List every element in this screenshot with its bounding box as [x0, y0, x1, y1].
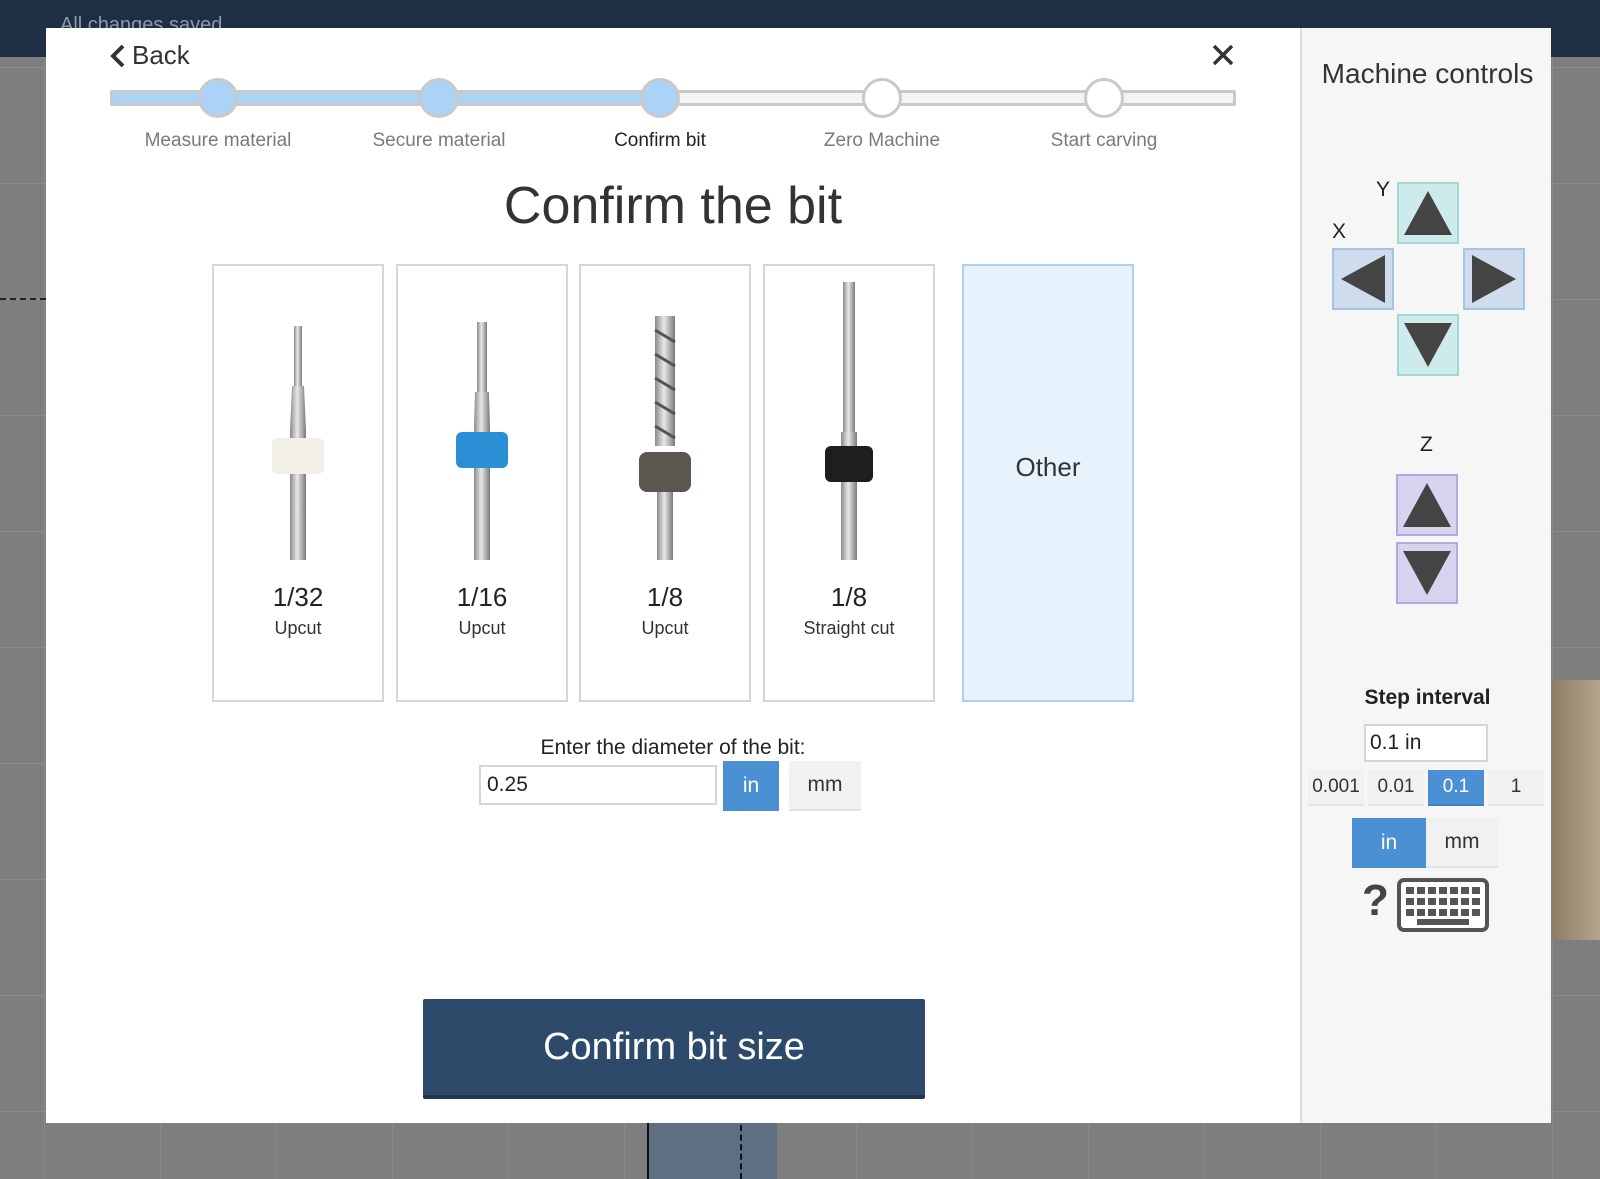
panel-unit-in-button[interactable]: in [1352, 818, 1426, 868]
diameter-input[interactable] [479, 765, 717, 805]
axis-x-label: X [1332, 220, 1347, 243]
bit-collar [639, 452, 691, 492]
diameter-label: Enter the diameter of the bit: [540, 736, 806, 759]
step-interval-input[interactable] [1364, 724, 1488, 762]
bit-card-other[interactable]: Other [962, 264, 1134, 702]
straight-cut-bit-icon [825, 282, 873, 560]
arrow-up-icon [1404, 191, 1452, 235]
bit-type: Upcut [641, 618, 689, 638]
confirm-bit-size-button[interactable]: Confirm bit size [423, 999, 925, 1099]
step-zero-machine[interactable]: Zero Machine [769, 28, 995, 152]
step-dot [640, 78, 680, 118]
step-label: Measure material [144, 130, 292, 151]
jog-x-minus-button[interactable] [1332, 248, 1394, 310]
canvas-guide-line-vertical [740, 1125, 742, 1179]
machine-controls-panel: Machine controls Y X Z Step interval 0.0… [1300, 28, 1551, 1123]
material-preview [1548, 680, 1600, 940]
arrow-down-icon [1403, 551, 1451, 595]
arrow-down-icon [1404, 323, 1452, 367]
keyboard-icon[interactable] [1397, 878, 1489, 932]
step-dot [419, 78, 459, 118]
step-interval-label: Step interval [1364, 686, 1491, 709]
canvas-guide-line [0, 298, 46, 300]
step-option-0-01[interactable]: 0.01 [1368, 770, 1424, 806]
panel-unit-mm-button[interactable]: mm [1426, 818, 1498, 868]
help-button[interactable]: ? [1362, 876, 1389, 926]
step-start-carving[interactable]: Start carving [991, 28, 1217, 152]
axis-y-label: Y [1376, 178, 1391, 201]
unit-in-button[interactable]: in [723, 761, 779, 811]
bit-type: Upcut [274, 618, 322, 638]
upcut-bit-icon [639, 316, 691, 560]
step-measure-material[interactable]: Measure material [105, 28, 331, 152]
jog-x-plus-button[interactable] [1463, 248, 1525, 310]
step-option-0-001[interactable]: 0.001 [1308, 770, 1364, 806]
step-secure-material[interactable]: Secure material [326, 28, 552, 152]
page-title: Confirm the bit [503, 177, 843, 235]
step-label: Start carving [1050, 130, 1158, 151]
bit-collar [825, 446, 873, 482]
step-option-1[interactable]: 1 [1488, 770, 1544, 806]
bit-size: 1/8 [646, 582, 684, 612]
carve-wizard-modal: Back Measure material Secure material Co… [46, 28, 1300, 1123]
jog-y-minus-button[interactable] [1397, 314, 1459, 376]
canvas-shape [647, 1122, 777, 1179]
step-dot [862, 78, 902, 118]
bit-card-1-8-upcut[interactable]: 1/8 Upcut [579, 264, 751, 702]
other-label: Other [1015, 452, 1081, 482]
step-label: Secure material [372, 130, 506, 151]
bit-collar [456, 432, 508, 468]
bit-collar [272, 438, 324, 474]
arrow-left-icon [1341, 255, 1385, 303]
axis-z-label: Z [1420, 433, 1433, 456]
bit-size: 1/16 [456, 582, 508, 612]
jog-y-plus-button[interactable] [1397, 182, 1459, 244]
bit-size: 1/8 [830, 582, 868, 612]
bit-card-1-32-upcut[interactable]: 1/32 Upcut [212, 264, 384, 702]
upcut-bit-icon [272, 326, 324, 560]
canvas-edge-line [647, 1122, 649, 1179]
step-label: Confirm bit [614, 130, 706, 151]
bit-card-1-8-straight-cut[interactable]: 1/8 Straight cut [763, 264, 935, 702]
bit-type: Upcut [458, 618, 506, 638]
step-dot [198, 78, 238, 118]
step-confirm-bit[interactable]: Confirm bit [547, 28, 773, 152]
step-dot [1084, 78, 1124, 118]
bit-card-1-16-upcut[interactable]: 1/16 Upcut [396, 264, 568, 702]
upcut-bit-icon [456, 322, 508, 560]
bit-type: Straight cut [803, 618, 895, 638]
panel-title: Machine controls [1321, 58, 1534, 89]
unit-mm-button[interactable]: mm [789, 761, 861, 811]
step-option-0-1[interactable]: 0.1 [1428, 770, 1484, 806]
arrow-up-icon [1403, 483, 1451, 527]
step-label: Zero Machine [823, 130, 941, 151]
bit-size: 1/32 [272, 582, 324, 612]
arrow-right-icon [1472, 255, 1516, 303]
jog-z-minus-button[interactable] [1396, 542, 1458, 604]
canvas-toolbar [0, 57, 48, 127]
jog-z-plus-button[interactable] [1396, 474, 1458, 536]
